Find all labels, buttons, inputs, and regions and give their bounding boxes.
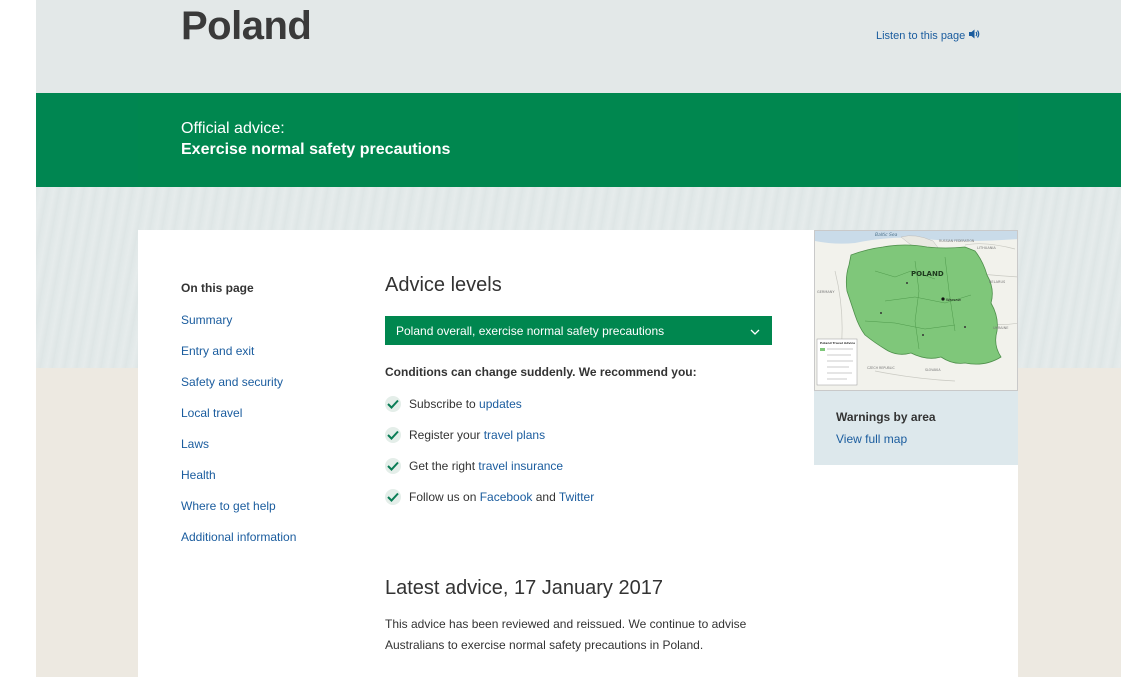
nav-item-laws: Laws: [181, 437, 296, 468]
nav-item-health: Health: [181, 468, 296, 499]
latest-advice-heading: Latest advice, 17 January 2017: [385, 577, 663, 599]
recommendation-list: Subscribe to updates Register your trave…: [385, 396, 595, 521]
check-icon: [385, 489, 401, 505]
page-title: Poland: [181, 4, 312, 48]
recommendation-text: Subscribe to updates: [409, 397, 522, 411]
map-legend-title: Poland Travel Advice: [820, 341, 855, 345]
nav-link[interactable]: Laws: [181, 437, 209, 451]
on-this-page-heading: On this page: [181, 281, 254, 295]
conditions-text: Conditions can change suddenly. We recom…: [385, 365, 697, 379]
advice-level-dropdown[interactable]: Poland overall, exercise normal safety p…: [385, 316, 772, 345]
check-icon: [385, 458, 401, 474]
chevron-down-icon: [750, 324, 760, 338]
map-neighbor-label: CZECH REPUBLIC: [867, 366, 895, 370]
recommendation-text: Register your travel plans: [409, 428, 546, 442]
nav-item-entry-exit: Entry and exit: [181, 344, 296, 375]
on-this-page-nav: Summary Entry and exit Safety and securi…: [181, 313, 296, 561]
map-graphic: Baltic Sea POLAND Warsaw RUSSIAN FEDERAT…: [815, 231, 1017, 390]
nav-link[interactable]: Entry and exit: [181, 344, 254, 358]
nav-link[interactable]: Safety and security: [181, 375, 283, 389]
map-legend-swatch: [820, 348, 825, 351]
recommendation-text: Get the right travel insurance: [409, 459, 564, 473]
map-neighbor-label: SLOVAKIA: [925, 368, 941, 372]
view-full-map-link[interactable]: View full map: [836, 432, 907, 446]
speaker-icon: [968, 28, 980, 43]
advice-levels-heading: Advice levels: [385, 274, 502, 296]
map-neighbor-label: BELARUS: [989, 280, 1006, 284]
nav-link[interactable]: Where to get help: [181, 499, 276, 513]
map-country-label: POLAND: [911, 270, 944, 278]
twitter-link[interactable]: Twitter: [559, 490, 594, 504]
nav-item-safety: Safety and security: [181, 375, 296, 406]
map-capital-label: Warsaw: [946, 297, 961, 302]
warnings-panel: Warnings by area View full map: [814, 391, 1018, 465]
listen-link[interactable]: Listen to this page: [876, 28, 980, 43]
map-neighbor-label: LITHUANIA: [977, 246, 996, 250]
advice-banner-inner: [138, 93, 1018, 187]
advice-level-dropdown-value: Poland overall, exercise normal safety p…: [396, 323, 665, 338]
check-icon: [385, 427, 401, 443]
recommendation-item: Subscribe to updates: [385, 396, 594, 428]
travel-plans-link[interactable]: travel plans: [484, 428, 545, 442]
map-sea-label: Baltic Sea: [875, 232, 898, 238]
listen-label: Listen to this page: [876, 29, 966, 42]
nav-item-additional: Additional information: [181, 530, 296, 561]
warnings-title: Warnings by area: [836, 410, 936, 424]
check-icon: [385, 396, 401, 412]
advice-banner: [36, 93, 1121, 187]
map-neighbor-label: GERMANY: [817, 290, 835, 294]
recommendation-item: Register your travel plans: [385, 427, 594, 459]
advice-label: Official advice:: [181, 120, 285, 137]
nav-link[interactable]: Health: [181, 468, 216, 482]
nav-item-help: Where to get help: [181, 499, 296, 530]
nav-link[interactable]: Summary: [181, 313, 232, 327]
map-legend: [816, 338, 858, 386]
nav-link[interactable]: Local travel: [181, 406, 242, 420]
recommendation-text: Follow us on Facebook and Twitter: [409, 490, 595, 504]
poland-map[interactable]: Baltic Sea POLAND Warsaw RUSSIAN FEDERAT…: [814, 230, 1018, 391]
facebook-link[interactable]: Facebook: [480, 490, 533, 504]
nav-item-local-travel: Local travel: [181, 406, 296, 437]
advice-level: Exercise normal safety precautions: [181, 141, 451, 158]
nav-link[interactable]: Additional information: [181, 530, 296, 544]
map-neighbor-label: UKRAINE: [993, 326, 1008, 330]
map-neighbor-label: RUSSIAN FEDERATION: [939, 239, 975, 243]
nav-item-summary: Summary: [181, 313, 296, 344]
latest-advice-body: This advice has been reviewed and reissu…: [385, 617, 747, 652]
updates-link[interactable]: updates: [479, 397, 522, 411]
recommendation-item: Get the right travel insurance: [385, 458, 594, 490]
travel-insurance-link[interactable]: travel insurance: [478, 459, 563, 473]
recommendation-item: Follow us on Facebook and Twitter: [385, 489, 595, 521]
